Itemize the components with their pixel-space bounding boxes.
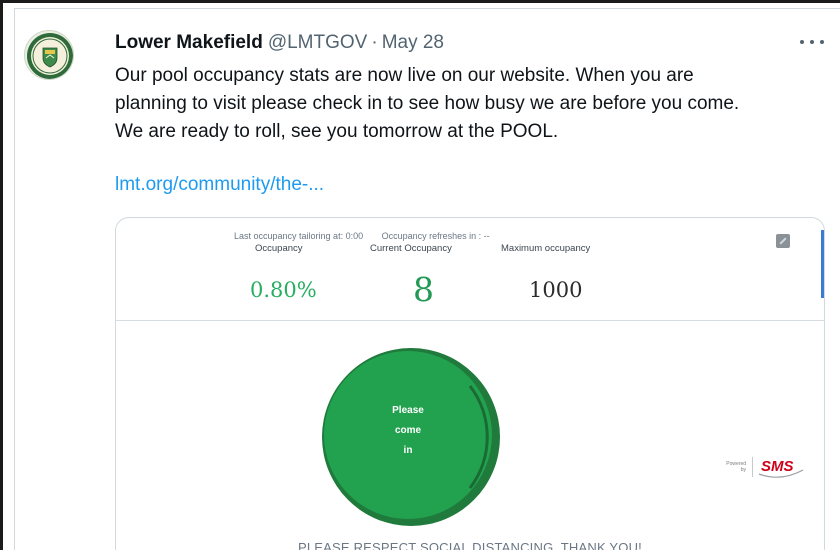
refresh-text: Occupancy refreshes in : -- bbox=[381, 231, 490, 241]
current-occupancy-label: Current Occupancy bbox=[370, 243, 452, 254]
tweet-link[interactable]: lmt.org/community/the-... bbox=[115, 174, 324, 196]
current-occupancy-value: 8 bbox=[413, 270, 434, 309]
display-name[interactable]: Lower Makefield bbox=[115, 32, 263, 54]
status-line: in bbox=[403, 445, 413, 456]
sms-brand-text: SMS bbox=[761, 458, 794, 475]
tweet-text-line: planning to visit please check in to see… bbox=[115, 93, 740, 114]
status-indicator: Please come in bbox=[320, 346, 502, 528]
occupancy-stats-panel: Last occupancy tailoring at: 0:00 Occupa… bbox=[116, 218, 824, 321]
maximum-occupancy-value: 1000 bbox=[529, 278, 583, 302]
tweet-text-line: Our pool occupancy stats are now live on… bbox=[115, 65, 694, 86]
user-handle[interactable]: @LMTGOV bbox=[268, 32, 368, 54]
powered-by-text: Powered by bbox=[726, 461, 746, 473]
powered-by-badge: Powered by SMS bbox=[720, 454, 805, 480]
window-border-left bbox=[0, 0, 3, 550]
tweet-border-left bbox=[14, 8, 15, 550]
status-message: Please come in bbox=[380, 401, 436, 461]
township-seal-logo bbox=[27, 33, 73, 79]
tweet-header: Lower Makefield @LMTGOV · May 28 bbox=[115, 30, 444, 56]
maximum-occupancy-label: Maximum occupancy bbox=[501, 243, 591, 254]
badge-divider bbox=[752, 457, 753, 477]
tweet-text: Our pool occupancy stats are now live on… bbox=[115, 62, 830, 146]
occupancy-percent-value: 0.80% bbox=[250, 278, 317, 302]
expand-icon[interactable] bbox=[776, 234, 790, 248]
tweet-border-top bbox=[14, 8, 840, 9]
tweet-date[interactable]: May 28 bbox=[382, 32, 444, 54]
occupancy-label: Occupancy bbox=[255, 243, 303, 254]
status-line: Please bbox=[392, 405, 424, 416]
last-tailoring-text: Last occupancy tailoring at: 0:00 bbox=[234, 231, 364, 241]
link-preview-card[interactable]: Last occupancy tailoring at: 0:00 Occupa… bbox=[115, 217, 825, 550]
occupancy-timing-line: Last occupancy tailoring at: 0:00 Occupa… bbox=[234, 231, 490, 241]
more-horizontal-icon[interactable] bbox=[800, 33, 824, 51]
avatar[interactable] bbox=[24, 30, 74, 80]
sms-logo: SMS bbox=[758, 458, 804, 478]
social-distancing-notice: PLEASE RESPECT SOCIAL DISTANCING. THANK … bbox=[297, 540, 642, 550]
status-line: come bbox=[394, 425, 422, 436]
tweet-text-line: We are ready to roll, see you tomorrow a… bbox=[115, 121, 559, 142]
window-border-top bbox=[0, 0, 840, 3]
separator-dot: · bbox=[371, 32, 378, 53]
